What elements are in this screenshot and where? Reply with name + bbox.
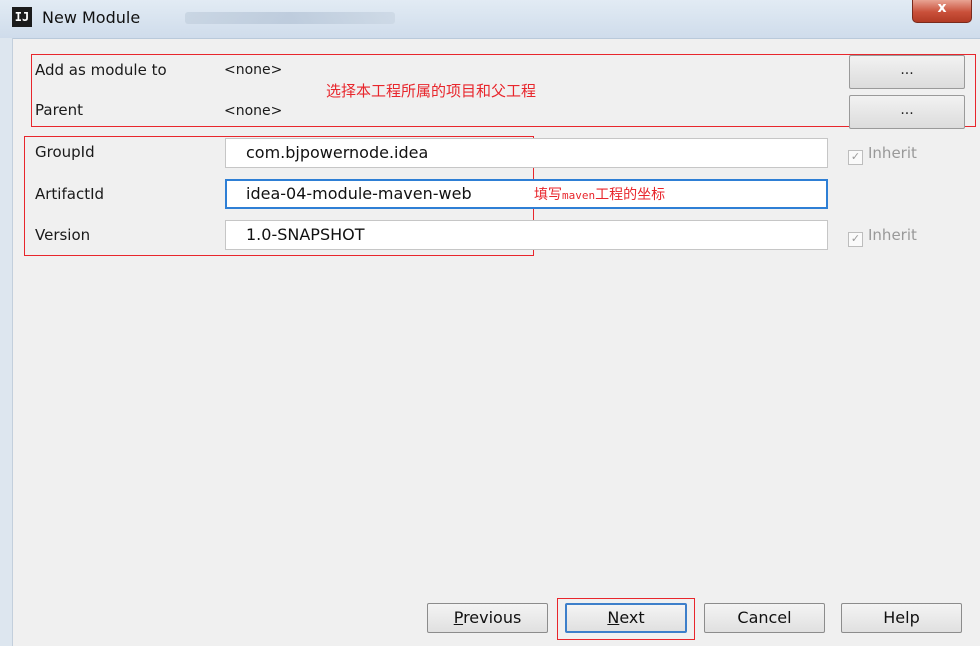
annotation-project-parent: 选择本工程所属的项目和父工程 (326, 82, 537, 100)
window-left-border (0, 38, 13, 646)
help-button[interactable]: Help (841, 603, 962, 633)
title-bar[interactable]: IJ New Module x (0, 0, 980, 39)
parent-browse-button[interactable]: ... (849, 95, 965, 129)
blurred-title-path (185, 12, 395, 24)
groupid-input[interactable]: com.bjpowernode.idea (225, 138, 828, 168)
parent-label: Parent (35, 101, 84, 119)
checkbox-check-icon: ✓ (848, 232, 863, 247)
window-title: New Module (42, 8, 141, 27)
artifactid-input[interactable]: idea-04-module-maven-web (225, 179, 828, 209)
close-button[interactable]: x (912, 0, 972, 23)
groupid-inherit-checkbox[interactable]: ✓ Inherit (848, 144, 917, 165)
previous-button[interactable]: Previous (427, 603, 548, 633)
checkbox-check-icon: ✓ (848, 150, 863, 165)
version-inherit-checkbox[interactable]: ✓ Inherit (848, 226, 917, 247)
inherit-label: Inherit (868, 226, 917, 244)
version-label: Version (35, 226, 91, 244)
version-input[interactable]: 1.0-SNAPSHOT (225, 220, 828, 250)
intellij-icon: IJ (12, 7, 32, 27)
artifactid-label: ArtifactId (35, 185, 105, 203)
groupid-label: GroupId (35, 143, 95, 161)
parent-value: <none> (224, 103, 283, 119)
add-as-module-label: Add as module to (35, 61, 167, 79)
add-as-module-browse-button[interactable]: ... (849, 55, 965, 89)
add-as-module-value: <none> (224, 62, 283, 78)
inherit-label: Inherit (868, 144, 917, 162)
annotation-coordinates: 填写maven工程的坐标 (534, 187, 666, 203)
next-button[interactable]: Next (565, 603, 687, 633)
cancel-button[interactable]: Cancel (704, 603, 825, 633)
